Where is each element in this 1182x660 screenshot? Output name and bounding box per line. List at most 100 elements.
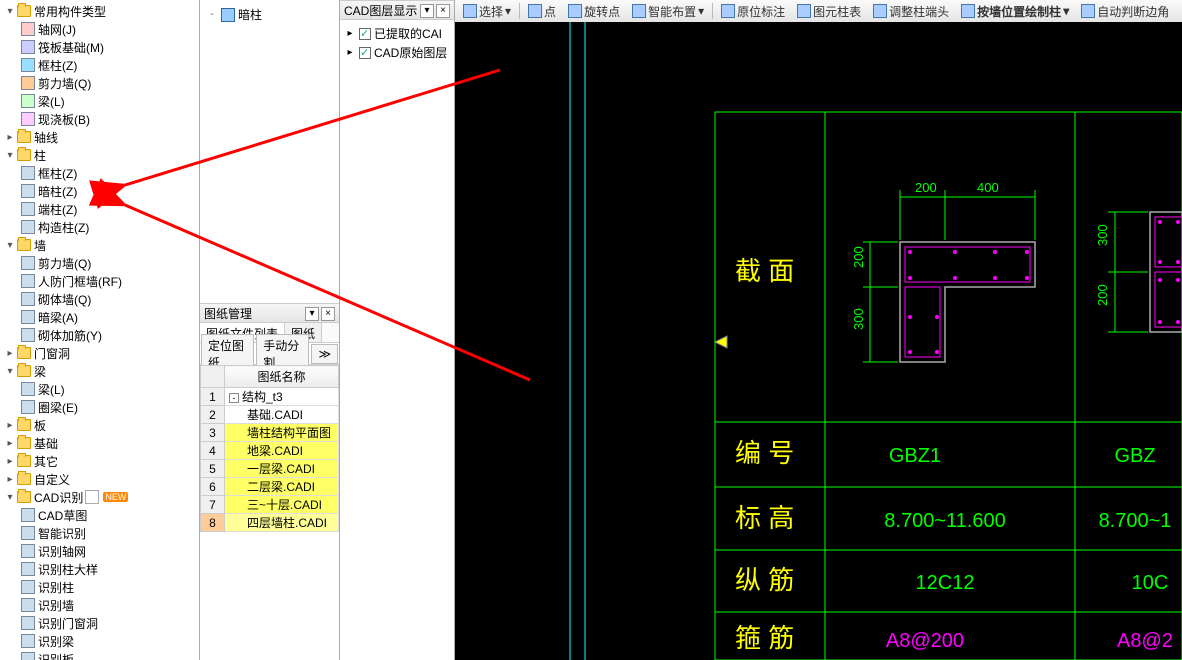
svg-text:GBZ1: GBZ1 [889,445,941,467]
svg-text:200: 200 [915,180,937,195]
close-icon[interactable]: × [436,4,450,18]
tree-root-common[interactable]: ▾常用构件类型 [0,2,199,20]
inplace-label-button[interactable]: 原位标注 [717,2,789,21]
col-table-button[interactable]: 图元柱表 [793,2,865,21]
svg-text:纵 筋: 纵 筋 [735,565,794,595]
sheet-table[interactable]: 图纸名称 1-结构_t32基础.CADI3墙柱结构平面图4地梁.CADI5一层梁… [200,365,339,532]
tree-axis[interactable]: ▸轴线 [0,128,199,146]
svg-text:300: 300 [851,308,866,330]
tree-item[interactable]: 筏板基础(M) [0,38,199,56]
svg-text:200: 200 [851,246,866,268]
svg-text:A8@200: A8@200 [886,630,964,652]
tree-item[interactable]: 梁(L) [0,380,199,398]
select-button[interactable]: 选择▾ [459,2,515,21]
tree-item[interactable]: 识别门窗洞 [0,614,199,632]
tree-qita[interactable]: ▸其它 [0,452,199,470]
tree-ban[interactable]: ▸板 [0,416,199,434]
smart-place-button[interactable]: 智能布置▾ [628,2,708,21]
cad-drawing[interactable]: 截 面 编 号 标 高 纵 筋 箍 筋 GBZ1 8.700~11.600 12… [455,22,1182,660]
svg-text:编 号: 编 号 [735,438,794,468]
tree-item[interactable]: 圈梁(E) [0,398,199,416]
tree-item[interactable]: 人防门框墙(RF) [0,272,199,290]
layer-panel: CAD图层显示 ▾× ▸已提取的CAI ▸CAD原始图层 [340,0,455,660]
pin-icon[interactable]: ▾ [305,307,319,321]
checkbox-icon[interactable] [359,28,371,40]
tree-item[interactable]: CAD草图 [0,506,199,524]
svg-text:12C12: 12C12 [916,572,975,594]
new-badge: NEW [103,492,128,502]
tree-item[interactable]: 识别柱 [0,578,199,596]
auto-corner-button[interactable]: 自动判断边角 [1077,2,1173,21]
middle-panel: -暗柱 图纸管理 ▾× 图纸文件列表 图纸 定位图纸 手动分割 ≫ 图纸名称 1… [200,0,340,660]
table-row[interactable]: 1-结构_t3 [201,388,339,406]
svg-text:10C: 10C [1132,572,1169,594]
tree-liang[interactable]: ▾梁 [0,362,199,380]
more-button[interactable]: ≫ [311,344,338,364]
table-row[interactable]: 2基础.CADI [201,406,339,424]
tree-item[interactable]: 砌体加筋(Y) [0,326,199,344]
tree-zhu[interactable]: ▾柱 [0,146,199,164]
tree-jichu[interactable]: ▸基础 [0,434,199,452]
component-tree[interactable]: ▾常用构件类型 轴网(J) 筏板基础(M) 框柱(Z) 剪力墙(Q) 梁(L) … [0,0,200,660]
tree-item-duanzhu[interactable]: 端柱(Z) [0,200,199,218]
svg-text:8.700~1: 8.700~1 [1099,510,1172,532]
checkbox-icon[interactable] [359,47,371,59]
table-row[interactable]: 8四层墙柱.CADI [201,514,339,532]
svg-text:标 高: 标 高 [735,503,794,533]
cad-viewport[interactable]: 选择▾ 点 旋转点 智能布置▾ 原位标注 图元柱表 调整柱端头 按墙位置绘制柱▾… [455,0,1182,660]
point-button[interactable]: 点 [524,2,560,21]
close-icon[interactable]: × [321,307,335,321]
column-icon [221,8,235,22]
tree-menchuang[interactable]: ▸门窗洞 [0,344,199,362]
tree-item[interactable]: 识别轴网 [0,542,199,560]
tree-item[interactable]: 识别梁 [0,632,199,650]
pin-icon[interactable]: ▾ [420,4,434,18]
table-row[interactable]: 4地梁.CADI [201,442,339,460]
adjust-icon [873,4,887,18]
tree-item[interactable]: 剪力墙(Q) [0,254,199,272]
tree-item[interactable]: 轴网(J) [0,20,199,38]
table-row[interactable]: 3墙柱结构平面图 [201,424,339,442]
tree-cad[interactable]: ▾CAD识别NEW [0,488,199,506]
tree-item[interactable]: 识别墙 [0,596,199,614]
svg-text:GBZ: GBZ [1114,445,1155,467]
svg-text:300: 300 [1095,224,1110,246]
sheet-mgr-header: 图纸管理 ▾× [200,303,339,323]
tree-item[interactable]: 梁(L) [0,92,199,110]
cad-toolbar: 选择▾ 点 旋转点 智能布置▾ 原位标注 图元柱表 调整柱端头 按墙位置绘制柱▾… [455,0,1182,22]
wall-icon [961,4,975,18]
tree-item[interactable]: 暗梁(A) [0,308,199,326]
mid-node-anzhu[interactable]: -暗柱 [204,4,335,25]
tree-item[interactable]: 剪力墙(Q) [0,74,199,92]
tree-zidingyi[interactable]: ▸自定义 [0,470,199,488]
layer-item[interactable]: ▸CAD原始图层 [344,43,450,62]
svg-text:截 面: 截 面 [735,256,794,286]
draw-by-wall-button[interactable]: 按墙位置绘制柱▾ [957,2,1073,21]
svg-text:400: 400 [977,180,999,195]
table-row[interactable]: 6二层梁.CADI [201,478,339,496]
table-row[interactable]: 5一层梁.CADI [201,460,339,478]
layer-item[interactable]: ▸已提取的CAI [344,24,450,43]
tree-item[interactable]: 砌体墙(Q) [0,290,199,308]
tree-item[interactable]: 智能识别 [0,524,199,542]
label-icon [721,4,735,18]
tree-qiang[interactable]: ▾墙 [0,236,199,254]
tree-item[interactable]: 识别板 [0,650,199,660]
svg-text:箍 筋: 箍 筋 [735,623,794,653]
tree-item[interactable]: 现浇板(B) [0,110,199,128]
table-icon [797,4,811,18]
tree-item-kuangzhu[interactable]: 框柱(Z) [0,164,199,182]
table-row[interactable]: 7三~十层.CADI [201,496,339,514]
tree-item[interactable]: 识别柱大样 [0,560,199,578]
cursor-icon [463,4,477,18]
point-icon [528,4,542,18]
svg-text:A8@2: A8@2 [1117,630,1173,652]
tree-item-gouzaozhu[interactable]: 构造柱(Z) [0,218,199,236]
tree-item-anzhu[interactable]: 暗柱(Z) [0,182,199,200]
svg-text:200: 200 [1095,284,1110,306]
adjust-end-button[interactable]: 调整柱端头 [869,2,953,21]
auto-icon [1081,4,1095,18]
rotate-button[interactable]: 旋转点 [564,2,624,21]
rotate-icon [568,4,582,18]
tree-item[interactable]: 框柱(Z) [0,56,199,74]
